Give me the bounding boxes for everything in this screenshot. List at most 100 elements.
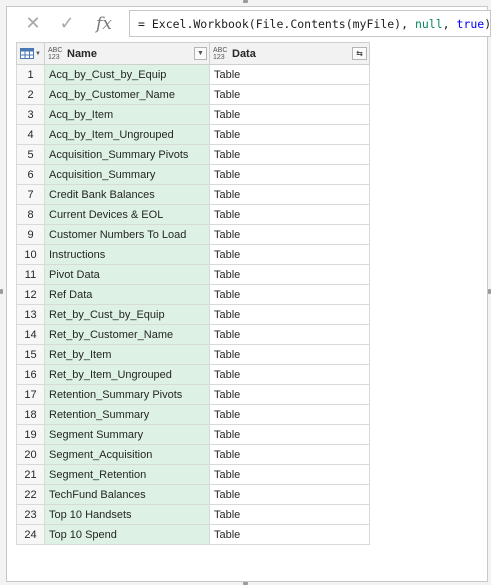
name-cell[interactable]: Segment_Retention	[44, 464, 210, 485]
name-cell[interactable]: Retention_Summary Pivots	[44, 384, 210, 405]
row-number[interactable]: 13	[16, 304, 45, 325]
data-cell[interactable]: Table	[209, 224, 370, 245]
name-cell[interactable]: Segment_Acquisition	[44, 444, 210, 465]
name-cell[interactable]: Instructions	[44, 244, 210, 265]
resize-handle-top[interactable]	[243, 0, 248, 3]
row-number[interactable]: 9	[16, 224, 45, 245]
data-cell[interactable]: Table	[209, 84, 370, 105]
data-cell[interactable]: Table	[209, 164, 370, 185]
table-row[interactable]: 22 TechFund Balances Table	[16, 484, 370, 505]
table-row[interactable]: 5 Acquisition_Summary Pivots Table	[16, 144, 370, 165]
table-row[interactable]: 3 Acq_by_Item Table	[16, 104, 370, 125]
table-menu-cell[interactable]: ▼	[16, 42, 45, 65]
data-cell[interactable]: Table	[209, 124, 370, 145]
data-cell[interactable]: Table	[209, 404, 370, 425]
row-number[interactable]: 2	[16, 84, 45, 105]
name-cell[interactable]: Acq_by_Item	[44, 104, 210, 125]
row-number[interactable]: 23	[16, 504, 45, 525]
row-number[interactable]: 20	[16, 444, 45, 465]
data-cell[interactable]: Table	[209, 64, 370, 85]
row-number[interactable]: 7	[16, 184, 45, 205]
table-row[interactable]: 21 Segment_Retention Table	[16, 464, 370, 485]
data-cell[interactable]: Table	[209, 464, 370, 485]
table-row[interactable]: 10 Instructions Table	[16, 244, 370, 265]
row-number[interactable]: 4	[16, 124, 45, 145]
table-row[interactable]: 18 Retention_Summary Table	[16, 404, 370, 425]
table-row[interactable]: 8 Current Devices & EOL Table	[16, 204, 370, 225]
data-cell[interactable]: Table	[209, 244, 370, 265]
name-cell[interactable]: Pivot Data	[44, 264, 210, 285]
row-number[interactable]: 21	[16, 464, 45, 485]
name-cell[interactable]: Current Devices & EOL	[44, 204, 210, 225]
table-row[interactable]: 1 Acq_by_Cust_by_Equip Table	[16, 64, 370, 85]
any-type-icon[interactable]: ABC 123	[48, 47, 64, 61]
name-cell[interactable]: Segment Summary	[44, 424, 210, 445]
data-cell[interactable]: Table	[209, 204, 370, 225]
row-number[interactable]: 12	[16, 284, 45, 305]
name-cell[interactable]: Top 10 Spend	[44, 524, 210, 545]
row-number[interactable]: 14	[16, 324, 45, 345]
name-cell[interactable]: Credit Bank Balances	[44, 184, 210, 205]
data-cell[interactable]: Table	[209, 304, 370, 325]
row-number[interactable]: 6	[16, 164, 45, 185]
resize-handle-left[interactable]	[0, 289, 3, 294]
name-cell[interactable]: Ret_by_Cust_by_Equip	[44, 304, 210, 325]
table-row[interactable]: 12 Ref Data Table	[16, 284, 370, 305]
expand-column-button[interactable]: ⇆	[352, 46, 367, 60]
name-cell[interactable]: Retention_Summary	[44, 404, 210, 425]
table-row[interactable]: 2 Acq_by_Customer_Name Table	[16, 84, 370, 105]
name-cell[interactable]: Ret_by_Item_Ungrouped	[44, 364, 210, 385]
row-number[interactable]: 3	[16, 104, 45, 125]
name-cell[interactable]: TechFund Balances	[44, 484, 210, 505]
table-row[interactable]: 7 Credit Bank Balances Table	[16, 184, 370, 205]
table-row[interactable]: 23 Top 10 Handsets Table	[16, 504, 370, 525]
data-cell[interactable]: Table	[209, 284, 370, 305]
data-cell[interactable]: Table	[209, 344, 370, 365]
name-cell[interactable]: Acquisition_Summary	[44, 164, 210, 185]
name-cell[interactable]: Ref Data	[44, 284, 210, 305]
row-number[interactable]: 5	[16, 144, 45, 165]
table-row[interactable]: 19 Segment Summary Table	[16, 424, 370, 445]
row-number[interactable]: 17	[16, 384, 45, 405]
cancel-button[interactable]: ✕	[16, 10, 50, 37]
data-cell[interactable]: Table	[209, 384, 370, 405]
commit-button[interactable]: ✓	[50, 10, 84, 37]
table-row[interactable]: 17 Retention_Summary Pivots Table	[16, 384, 370, 405]
name-cell[interactable]: Acq_by_Customer_Name	[44, 84, 210, 105]
row-number[interactable]: 18	[16, 404, 45, 425]
row-number[interactable]: 10	[16, 244, 45, 265]
table-row[interactable]: 4 Acq_by_Item_Ungrouped Table	[16, 124, 370, 145]
name-cell[interactable]: Ret_by_Customer_Name	[44, 324, 210, 345]
data-cell[interactable]: Table	[209, 444, 370, 465]
data-cell[interactable]: Table	[209, 144, 370, 165]
data-cell[interactable]: Table	[209, 484, 370, 505]
row-number[interactable]: 8	[16, 204, 45, 225]
table-row[interactable]: 20 Segment_Acquisition Table	[16, 444, 370, 465]
name-cell[interactable]: Acq_by_Item_Ungrouped	[44, 124, 210, 145]
data-cell[interactable]: Table	[209, 104, 370, 125]
data-cell[interactable]: Table	[209, 364, 370, 385]
any-type-icon[interactable]: ABC 123	[213, 47, 229, 61]
column-header-data[interactable]: ABC 123 Data ⇆	[209, 42, 370, 65]
name-cell[interactable]: Acquisition_Summary Pivots	[44, 144, 210, 165]
table-row[interactable]: 9 Customer Numbers To Load Table	[16, 224, 370, 245]
name-cell[interactable]: Ret_by_Item	[44, 344, 210, 365]
name-cell[interactable]: Top 10 Handsets	[44, 504, 210, 525]
row-number[interactable]: 1	[16, 64, 45, 85]
row-number[interactable]: 15	[16, 344, 45, 365]
row-number[interactable]: 16	[16, 364, 45, 385]
table-row[interactable]: 15 Ret_by_Item Table	[16, 344, 370, 365]
table-row[interactable]: 16 Ret_by_Item_Ungrouped Table	[16, 364, 370, 385]
data-cell[interactable]: Table	[209, 504, 370, 525]
row-number[interactable]: 19	[16, 424, 45, 445]
table-row[interactable]: 14 Ret_by_Customer_Name Table	[16, 324, 370, 345]
table-row[interactable]: 11 Pivot Data Table	[16, 264, 370, 285]
data-cell[interactable]: Table	[209, 184, 370, 205]
data-cell[interactable]: Table	[209, 524, 370, 545]
name-cell[interactable]: Customer Numbers To Load	[44, 224, 210, 245]
table-row[interactable]: 13 Ret_by_Cust_by_Equip Table	[16, 304, 370, 325]
row-number[interactable]: 11	[16, 264, 45, 285]
data-cell[interactable]: Table	[209, 424, 370, 445]
row-number[interactable]: 22	[16, 484, 45, 505]
table-row[interactable]: 24 Top 10 Spend Table	[16, 524, 370, 545]
